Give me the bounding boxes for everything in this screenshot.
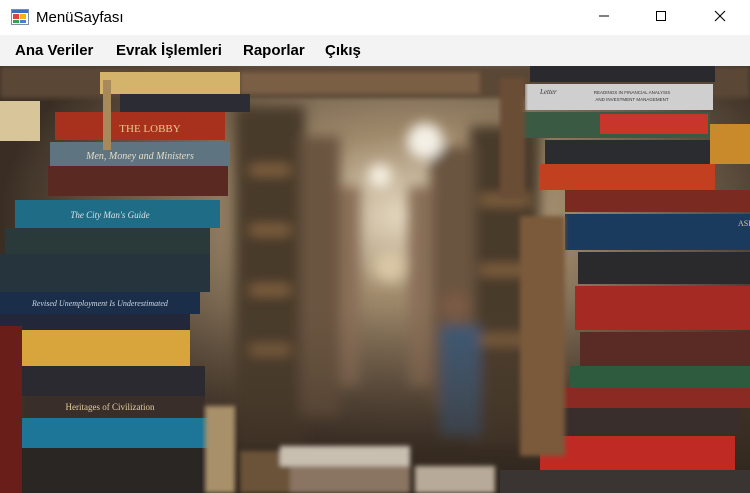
svg-text:AND INVESTMENT MANAGEMENT: AND INVESTMENT MANAGEMENT <box>595 97 668 102</box>
svg-text:ASIA: ASIA <box>738 219 750 228</box>
windows-forms-app-icon <box>11 9 29 25</box>
svg-text:Men, Money and Ministers: Men, Money and Ministers <box>85 151 194 162</box>
minimize-button[interactable] <box>581 0 627 35</box>
window-title: MenüSayfası <box>36 9 124 26</box>
svg-text:Heritages of Civilization: Heritages of Civilization <box>66 402 155 412</box>
background-library-image: THE LOBBY Men, Money and Ministers The C… <box>0 66 750 493</box>
app-window: MenüSayfası Ana Veriler Evrak İşlemleri … <box>0 0 750 493</box>
menu-bar: Ana Veriler Evrak İşlemleri Raporlar Çık… <box>0 35 750 66</box>
svg-text:Letter: Letter <box>539 88 557 96</box>
close-button[interactable] <box>697 0 743 35</box>
menu-item-ana-veriler[interactable]: Ana Veriler <box>8 35 100 66</box>
svg-text:THE LOBBY: THE LOBBY <box>119 123 180 135</box>
minimize-icon <box>598 9 610 27</box>
svg-text:READINGS IN FINANCIAL ANALYSIS: READINGS IN FINANCIAL ANALYSIS <box>594 90 671 95</box>
menu-item-raporlar[interactable]: Raporlar <box>236 35 312 66</box>
maximize-icon <box>655 9 667 27</box>
title-bar[interactable]: MenüSayfası <box>0 0 750 35</box>
menu-item-cikis[interactable]: Çıkış <box>318 35 368 66</box>
svg-text:Revised Unemployment Is Undere: Revised Unemployment Is Underestimated <box>31 299 169 308</box>
svg-text:The City Man's Guide: The City Man's Guide <box>70 210 149 220</box>
maximize-button[interactable] <box>638 0 684 35</box>
close-icon <box>714 9 726 27</box>
right-book-stack: Letter READINGS IN FINANCIAL ANALYSIS AN… <box>500 66 750 493</box>
menu-item-evrak-islemleri[interactable]: Evrak İşlemleri <box>109 35 229 66</box>
